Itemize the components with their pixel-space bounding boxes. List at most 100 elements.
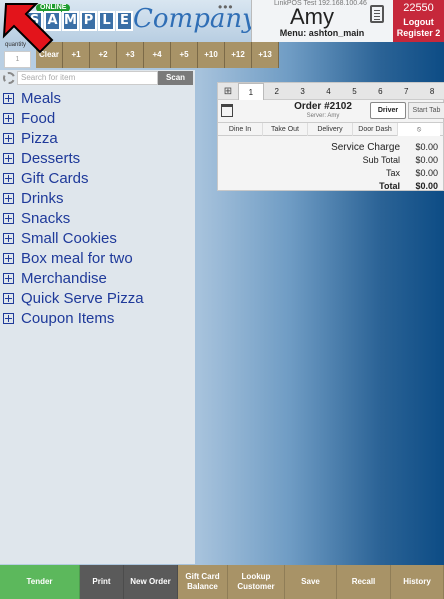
quantity-plus-5-button[interactable]: +5	[171, 42, 198, 68]
seat-tab[interactable]: 5	[341, 83, 367, 100]
tender-button[interactable]: Tender	[0, 565, 80, 599]
no-order-type-icon[interactable]: ⦸	[398, 123, 440, 136]
quantity-plus-4-button[interactable]: +4	[144, 42, 171, 68]
scan-button[interactable]: Scan	[158, 71, 193, 85]
category-label: Box meal for two	[21, 249, 133, 267]
seat-tab[interactable]: 1	[237, 83, 264, 100]
quantity-button-bar: Clear +1 +2 +3 +4 +5 +10 +12 +13	[36, 42, 279, 68]
grand-total-row: Total $0.00	[318, 180, 438, 193]
save-button[interactable]: Save	[285, 565, 337, 599]
menu-name: Menu: ashton_main	[279, 28, 365, 38]
total-value: $0.00	[415, 155, 438, 165]
calendar-icon[interactable]	[221, 104, 233, 117]
category-label: Coupon Items	[21, 309, 115, 327]
category-item[interactable]: Drinks	[3, 188, 144, 208]
category-item[interactable]: Snacks	[3, 208, 144, 228]
seat-tab[interactable]: 2	[264, 83, 290, 100]
logo-letter: M	[62, 11, 79, 31]
category-item[interactable]: Box meal for two	[3, 248, 144, 268]
seat-tab[interactable]: 3	[290, 83, 316, 100]
logo-letter: L	[98, 11, 115, 31]
logo-company-text: Company	[133, 4, 257, 34]
tax-row: Tax $0.00	[318, 167, 438, 180]
category-label: Meals	[21, 89, 62, 107]
expand-plus-icon	[3, 212, 14, 224]
more-options-dots[interactable]: •••	[218, 0, 234, 14]
logo-letter: E	[116, 11, 133, 31]
category-label: Drinks	[21, 189, 64, 207]
quantity-plus-13-button[interactable]: +13	[252, 42, 279, 68]
gift-card-balance-button[interactable]: Gift Card Balance	[178, 565, 228, 599]
start-tab-button[interactable]: Start Tab	[408, 102, 444, 119]
category-label: Desserts	[21, 149, 81, 167]
seat-tab[interactable]: 4	[316, 83, 342, 100]
bottom-action-bar: Tender Print New Order Gift Card Balance…	[0, 565, 444, 599]
expand-plus-icon	[3, 172, 14, 184]
table-seats-icon[interactable]: ⊞	[218, 83, 238, 100]
logout-label: Logout	[403, 17, 434, 27]
category-item[interactable]: Small Cookies	[3, 228, 144, 248]
logout-button[interactable]: 22550 Logout Register 2	[393, 0, 444, 42]
expand-plus-icon	[3, 272, 14, 284]
logo-letter: P	[80, 11, 97, 31]
server-name: Server: Amy	[306, 113, 340, 119]
category-item[interactable]: Food	[3, 108, 144, 128]
document-icon[interactable]	[370, 5, 384, 23]
quantity-plus-2-button[interactable]: +2	[90, 42, 117, 68]
dine-in-button[interactable]: Dine In	[218, 123, 263, 136]
register-number: 22550	[403, 2, 434, 14]
register-label: Register 2	[396, 28, 441, 38]
category-item[interactable]: Gift Cards	[3, 168, 144, 188]
total-label: Sub Total	[362, 155, 400, 165]
quantity-plus-1-button[interactable]: +1	[63, 42, 90, 68]
category-label: Gift Cards	[21, 169, 89, 187]
user-name: Amy	[290, 4, 334, 29]
expand-plus-icon	[3, 92, 14, 104]
category-item[interactable]: Desserts	[3, 148, 144, 168]
service-charge-row: Service Charge $0.00	[318, 141, 438, 154]
order-panel: ⊞ 1 2 3 4 5 6 7 8 Order #2102 Server: Am…	[217, 82, 444, 191]
expand-plus-icon	[3, 312, 14, 324]
sub-total-row: Sub Total $0.00	[318, 154, 438, 167]
take-out-button[interactable]: Take Out	[263, 123, 308, 136]
expand-plus-icon	[3, 112, 14, 124]
order-type-row: Dine In Take Out Delivery Door Dash ⦸	[218, 122, 444, 136]
expand-plus-icon	[3, 292, 14, 304]
category-item[interactable]: Meals	[3, 88, 144, 108]
order-title: Order #2102	[294, 101, 352, 112]
history-button[interactable]: History	[391, 565, 444, 599]
settings-gear-icon[interactable]	[3, 72, 15, 84]
total-value: $0.00	[415, 142, 438, 152]
seat-tab-row: ⊞ 1 2 3 4 5 6 7 8	[218, 83, 444, 100]
category-item[interactable]: Merchandise	[3, 268, 144, 288]
delivery-button[interactable]: Delivery	[308, 123, 353, 136]
expand-plus-icon	[3, 192, 14, 204]
category-list: Meals Food Pizza Desserts Gift Cards Dri…	[3, 88, 144, 328]
expand-plus-icon	[3, 252, 14, 264]
total-value: $0.00	[415, 168, 438, 178]
new-order-button[interactable]: New Order	[124, 565, 178, 599]
item-search-input[interactable]: Search for item	[17, 71, 158, 85]
seat-tab[interactable]: 6	[367, 83, 393, 100]
quantity-plus-10-button[interactable]: +10	[198, 42, 225, 68]
lookup-customer-button[interactable]: Lookup Customer	[228, 565, 285, 599]
category-item[interactable]: Pizza	[3, 128, 144, 148]
seat-tab[interactable]: 8	[419, 83, 444, 100]
expand-plus-icon	[3, 132, 14, 144]
print-button[interactable]: Print	[80, 565, 124, 599]
category-label: Small Cookies	[21, 229, 117, 247]
quantity-plus-3-button[interactable]: +3	[117, 42, 144, 68]
door-dash-button[interactable]: Door Dash	[353, 123, 398, 136]
quantity-plus-12-button[interactable]: +12	[225, 42, 252, 68]
seat-tab[interactable]: 7	[393, 83, 419, 100]
category-item[interactable]: Quick Serve Pizza	[3, 288, 144, 308]
category-label: Merchandise	[21, 269, 107, 287]
category-item[interactable]: Coupon Items	[3, 308, 144, 328]
order-totals: Service Charge $0.00 Sub Total $0.00 Tax $0…	[318, 141, 438, 193]
total-label: Tax	[385, 168, 400, 178]
red-arrow-annotation-icon	[2, 3, 54, 54]
total-label: Total	[379, 181, 400, 191]
recall-button[interactable]: Recall	[337, 565, 391, 599]
driver-button[interactable]: Driver	[370, 102, 406, 119]
category-label: Food	[21, 109, 56, 127]
